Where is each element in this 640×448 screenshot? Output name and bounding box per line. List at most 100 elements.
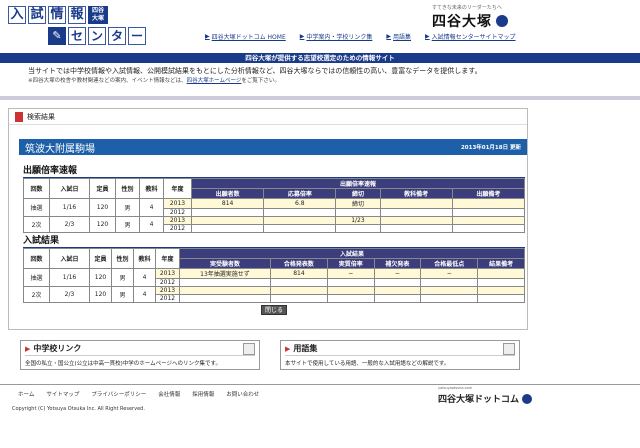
col-header: 入試日 [49, 178, 90, 199]
brand-logo[interactable]: すてきな未来のリーダーたちへ 四谷大塚 [432, 4, 532, 31]
cell [179, 278, 271, 287]
cell [420, 294, 479, 303]
cell: 男 [115, 216, 140, 233]
logo-char: ー [128, 27, 146, 45]
brand-mark-icon [522, 393, 533, 404]
nav-link-schools[interactable]: ▶ 中学案内・学校リンク集 [300, 32, 373, 41]
cell [269, 286, 328, 295]
cell [263, 208, 337, 217]
close-button[interactable]: 閉じる [261, 305, 287, 315]
sub-header: 締切 [335, 188, 381, 199]
brand-tagline: すてきな未来のリーダーたちへ [432, 5, 502, 11]
yotsuya-homepage-link[interactable]: 四谷大塚ホームページ [187, 78, 242, 84]
col-header: 教科 [133, 248, 156, 269]
cell: 6.8 [263, 198, 337, 209]
nav-label: 入試情報センターサイトマップ [431, 34, 516, 41]
nav-link-home[interactable]: ▶ 四谷大塚ドットコム HOME [205, 32, 286, 41]
logo-char: 入 [8, 6, 26, 24]
footer-link[interactable]: ホーム [18, 390, 34, 398]
col-header: 入試日 [49, 248, 90, 269]
panel-title: 中学校リンク [33, 344, 82, 353]
cell: 抽選 [23, 268, 50, 287]
glossary-panel[interactable]: ▶ 用語集 本サイトで使用している用語、一般的な入試用語などの解説です。 [280, 340, 520, 370]
footer-link[interactable]: お問い合わせ [226, 390, 259, 398]
cell [190, 216, 265, 225]
section-heading-results: 入試結果 [23, 233, 525, 248]
cell [373, 278, 422, 287]
cell: 120 [89, 268, 112, 287]
cell [326, 294, 375, 303]
building-icon [243, 343, 255, 355]
logo-char: 試 [28, 6, 46, 24]
sub-header: 合格発表数 [269, 258, 328, 269]
cell: 1/16 [49, 198, 90, 217]
cell [335, 224, 381, 233]
cell: 2012 [155, 294, 180, 303]
arrow-icon: ▶ [299, 33, 305, 40]
sub-header: 出願備考 [451, 188, 526, 199]
nav-link-glossary[interactable]: ▶ 用語集 [386, 32, 411, 41]
col-header: 回数 [23, 248, 50, 269]
note-suffix: をご覧下さい。 [241, 78, 280, 84]
cell: 120 [89, 216, 116, 233]
logo-char: ン [88, 27, 106, 45]
cell [373, 286, 422, 295]
search-result-panel: 検索結果 筑波大附属駒場 2013年01月18日 更新 出願倍率速報 回数 入試… [8, 108, 528, 330]
footer-link[interactable]: サイトマップ [46, 390, 79, 398]
cell: 13年抽選実施せず [179, 268, 271, 279]
school-header: 筑波大附属駒場 2013年01月18日 更新 [19, 139, 527, 155]
school-name: 筑波大附属駒場 [25, 143, 95, 155]
footer-brand[interactable]: yotsuyaotsuka.com 四谷大塚ドットコム [438, 386, 533, 405]
triangle-icon: ▶ [285, 344, 291, 353]
sub-header: 実質倍率 [326, 258, 375, 269]
cell [335, 208, 381, 217]
footer-link[interactable]: 採用情報 [192, 390, 214, 398]
footer-divider [0, 384, 640, 385]
footer-link[interactable]: プライバシーポリシー [91, 390, 146, 398]
school-links-panel[interactable]: ▶ 中学校リンク 全国の私立・国公立(公立は中高一貫校)中学のホームページへのリン… [20, 340, 260, 370]
group-header: 入試結果 [179, 248, 525, 259]
site-header: 入 試 情 報 四谷 大塚 ✎ セ ン タ ー すてきな未来のリーダーたちへ 四… [0, 0, 640, 50]
cell [477, 278, 525, 287]
col-header: 年度 [163, 178, 192, 199]
sub-header: 教科備考 [379, 188, 453, 199]
cell: 814 [269, 268, 328, 279]
table-row: 抽選 1/16 120 男 4 2013 814 6.8 締切 [23, 198, 526, 217]
cell: 1/16 [49, 268, 90, 287]
site-logo[interactable]: 入 試 情 報 四谷 大塚 ✎ セ ン タ ー [8, 6, 148, 46]
col-header: 教科 [139, 178, 164, 199]
cell [326, 278, 375, 287]
cell [190, 208, 265, 217]
col-header: 性別 [111, 248, 134, 269]
cell [477, 286, 525, 295]
cell: 男 [111, 286, 134, 303]
col-header: 定員 [89, 248, 112, 269]
cell: 男 [115, 198, 140, 217]
cell [420, 278, 479, 287]
cell: 2次 [23, 286, 50, 303]
cell: − [373, 268, 422, 279]
results-table: 回数 入試日 定員 性別 教科 年度 入試結果 実受験者数 合格発表数 実質倍率… [23, 248, 525, 303]
arrow-icon: ▶ [425, 33, 430, 40]
cell [263, 224, 337, 233]
nav-label: 中学案内・学校リンク集 [306, 34, 373, 41]
arrow-icon: ▶ [205, 33, 210, 40]
cell [179, 294, 271, 303]
nav-label: 四谷大塚ドットコム HOME [211, 34, 286, 41]
table-row: 2次 2/3 120 男 4 2013 1/23 [23, 216, 526, 233]
cell [269, 278, 328, 287]
nav-link-sitemap[interactable]: ▶ 入試情報センターサイトマップ [425, 32, 516, 41]
cell: 4 [133, 268, 156, 287]
brand-name: 四谷大塚 [432, 14, 492, 30]
panel-body: 本サイトで使用している用語、一般的な入試用語などの解説です。 [285, 361, 450, 367]
cell [379, 224, 453, 233]
logo-char: セ [68, 27, 86, 45]
triangle-icon: ▶ [25, 344, 31, 353]
footer-link[interactable]: 会社情報 [158, 390, 180, 398]
section-heading-application: 出願倍率速報 [23, 163, 525, 178]
cell: 814 [190, 198, 265, 209]
cell: 2013 [163, 216, 192, 225]
cell: 4 [139, 216, 164, 233]
sub-header: 出願者数 [190, 188, 265, 199]
cell [379, 208, 453, 217]
